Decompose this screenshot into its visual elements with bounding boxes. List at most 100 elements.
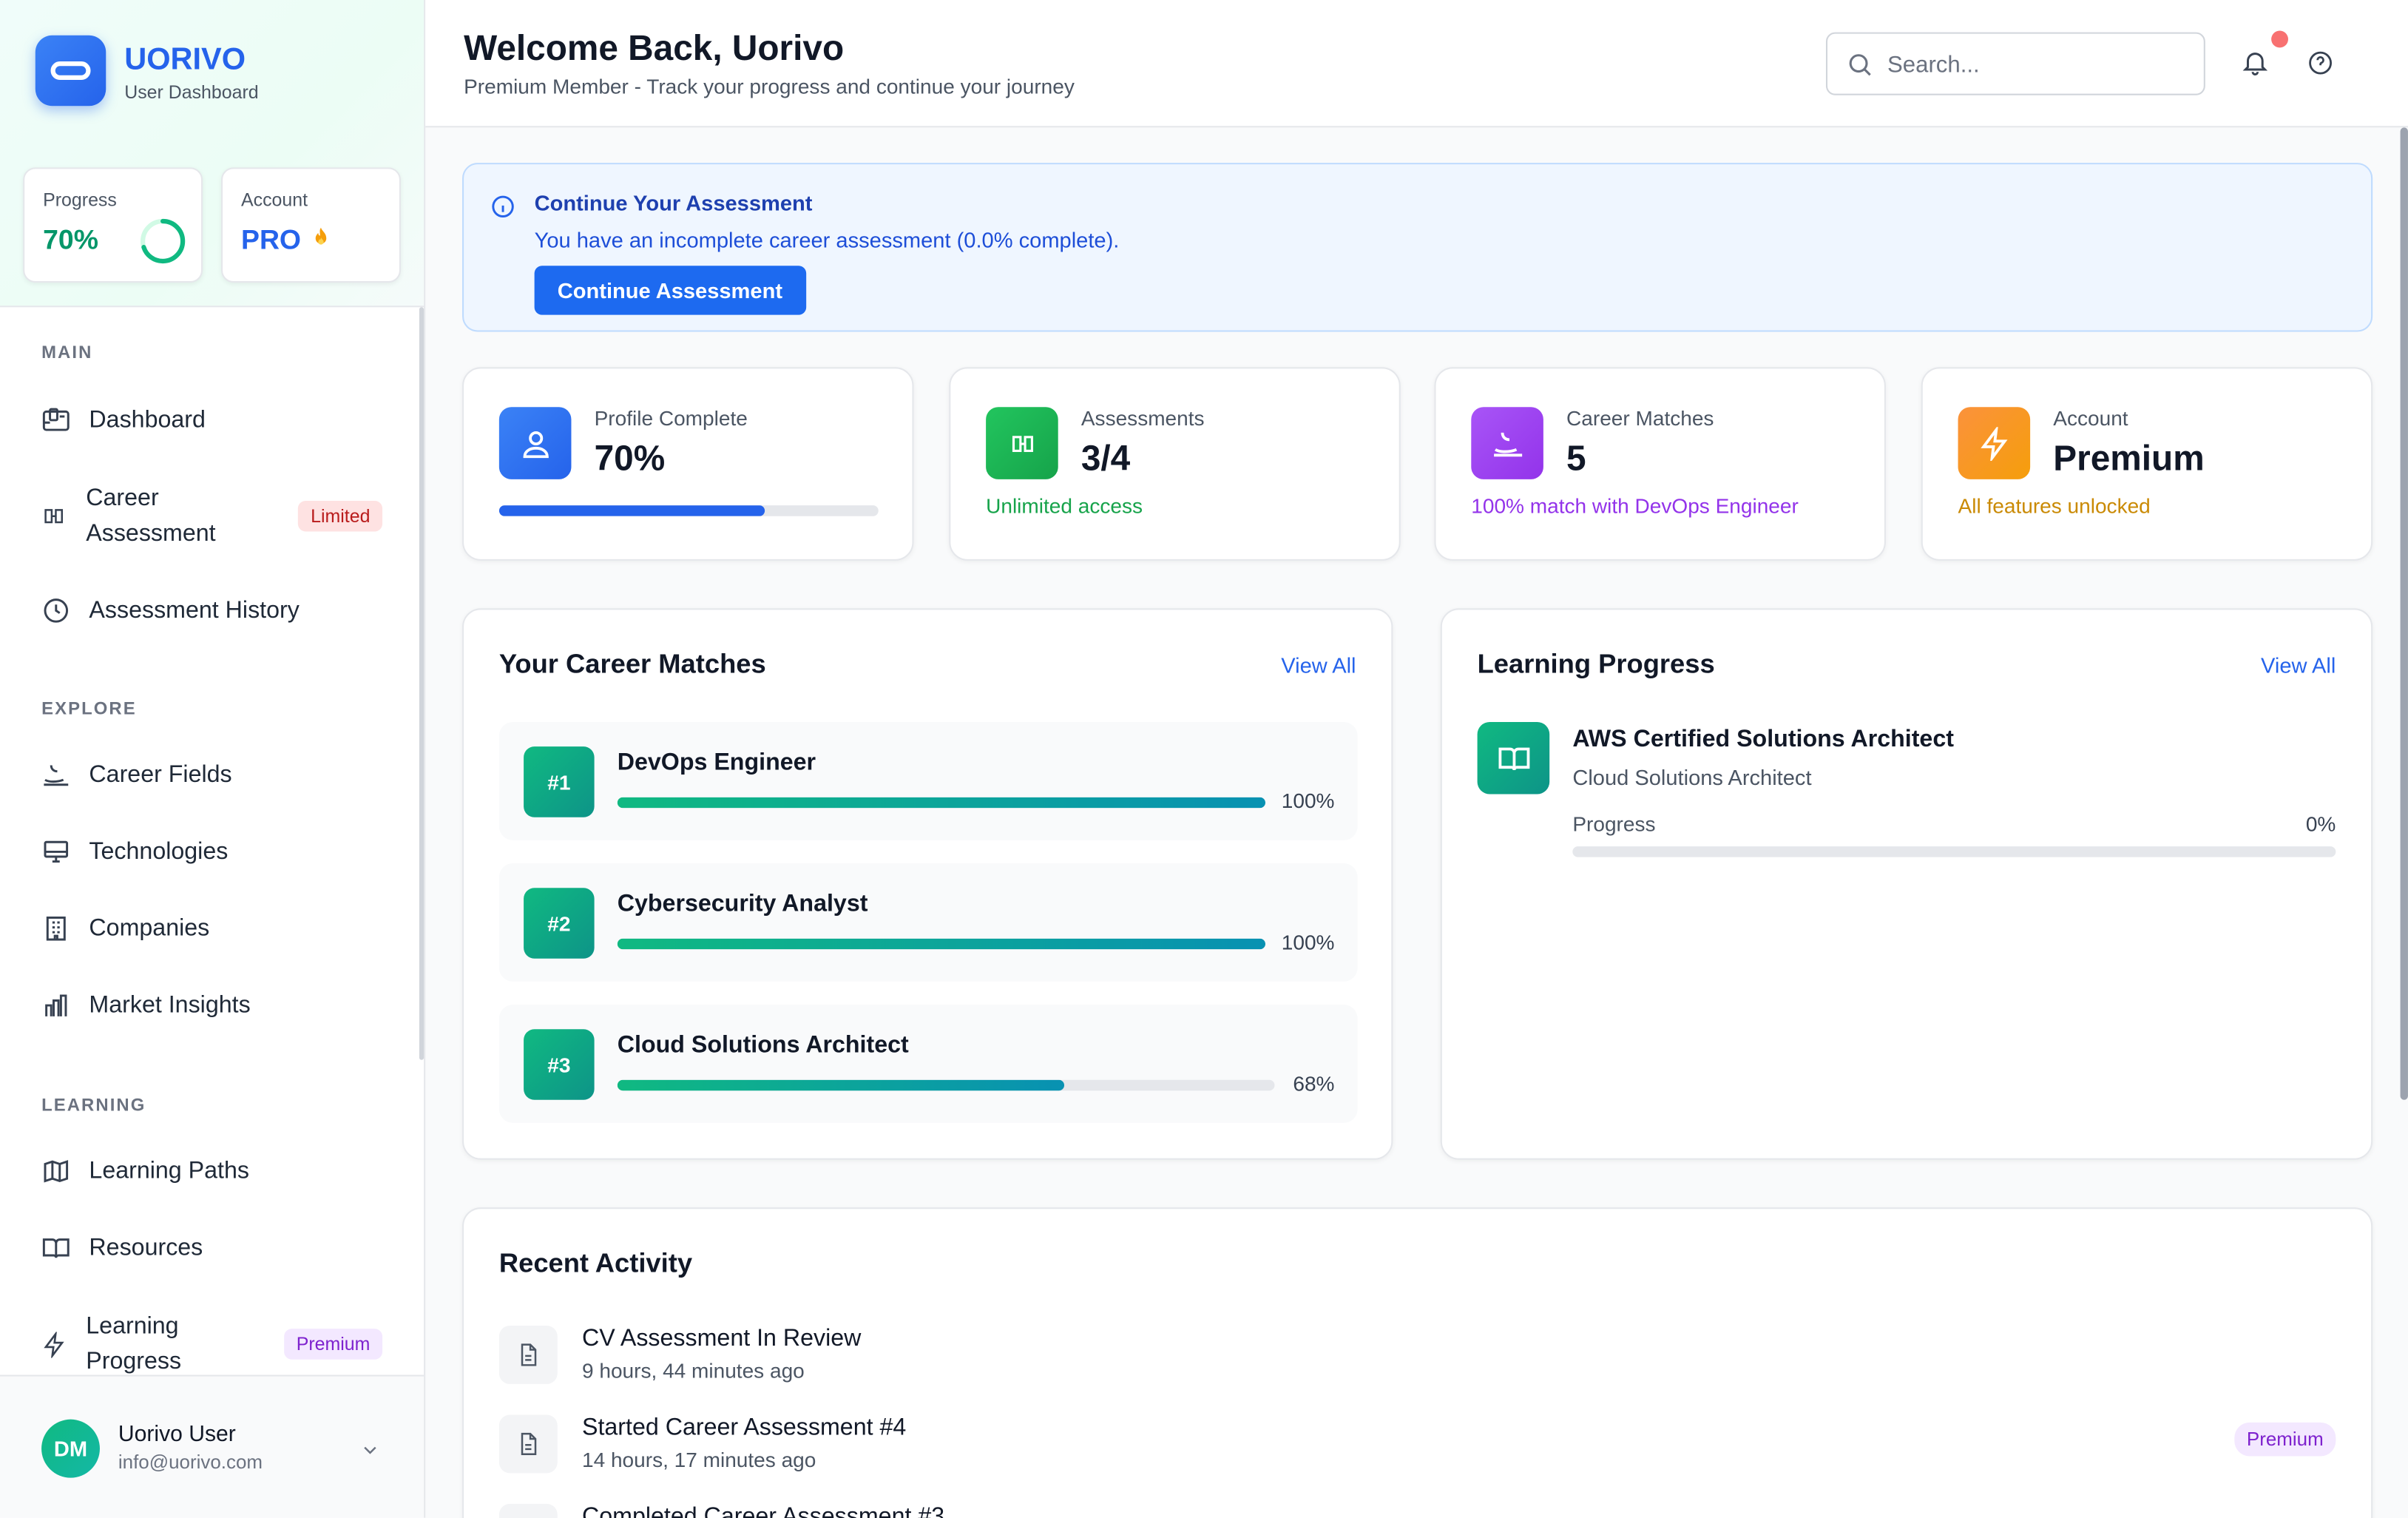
- book-icon: [42, 1238, 70, 1258]
- stat-label: Account: [2053, 407, 2128, 431]
- progress-summary-value: 70%: [43, 224, 98, 255]
- progress-summary-label: Progress: [43, 189, 117, 211]
- search-icon: [1849, 54, 1871, 76]
- user-name: Uorivo User: [118, 1422, 236, 1448]
- match-progress-bar: [617, 938, 1266, 950]
- view-all-learning-link[interactable]: View All: [2261, 653, 2336, 678]
- assessments-card: Assessments 3/4 Unlimited access: [949, 367, 1401, 561]
- sidebar-item-career-fields[interactable]: Career Fields: [41, 743, 382, 805]
- page-subtitle: Premium Member - Track your progress and…: [464, 75, 1075, 98]
- activity-title: Started Career Assessment #4: [581, 1414, 907, 1441]
- match-rank: #1: [524, 746, 595, 817]
- alert-title: Continue Your Assessment: [534, 190, 813, 215]
- stat-note: Unlimited access: [986, 494, 1143, 518]
- sidebar-scrollbar[interactable]: [419, 307, 425, 1060]
- brand-name: UORIVO: [124, 43, 246, 77]
- lightning-icon: [1958, 407, 2031, 479]
- document-icon: [498, 1326, 558, 1384]
- match-progress-bar: [617, 1079, 1275, 1091]
- match-title: DevOps Engineer: [617, 749, 816, 776]
- limited-badge: Limited: [298, 500, 383, 532]
- sidebar-nav: MAIN Dashboard Career Assessment Limited…: [0, 307, 424, 1374]
- stat-label: Assessments: [1080, 407, 1205, 431]
- premium-badge: Premium: [2234, 1422, 2336, 1457]
- page-scrollbar[interactable]: [2400, 127, 2408, 1100]
- match-rank: #2: [524, 888, 595, 959]
- course-title[interactable]: AWS Certified Solutions Architect: [1572, 726, 1954, 754]
- match-percent: 68%: [1293, 1072, 1335, 1096]
- sidebar-item-assessment-history[interactable]: Assessment History: [41, 579, 382, 641]
- user-icon: [498, 407, 572, 479]
- course-progress-label: Progress: [1572, 812, 1656, 836]
- panel-title: Learning Progress: [1477, 648, 1715, 679]
- course-subtitle: Cloud Solutions Architect: [1572, 765, 1812, 790]
- sidebar-item-learning-paths[interactable]: Learning Paths: [41, 1140, 382, 1201]
- user-profile[interactable]: DM Uorivo User info@uorivo.com: [0, 1374, 425, 1518]
- bell-icon[interactable]: [2241, 47, 2270, 76]
- career-match-item[interactable]: #2 Cybersecurity Analyst 100%: [498, 863, 1358, 982]
- match-rank: #3: [524, 1029, 595, 1100]
- sidebar-item-label: Learning Progress: [86, 1313, 182, 1375]
- sidebar-item-dashboard[interactable]: Dashboard: [41, 388, 382, 450]
- career-match-item[interactable]: #1 DevOps Engineer 100%: [498, 721, 1358, 840]
- stat-note: 100% match with DevOps Engineer: [1471, 494, 1799, 518]
- logo-icon[interactable]: [35, 35, 106, 107]
- view-all-matches-link[interactable]: View All: [1281, 653, 1356, 678]
- match-title: Cybersecurity Analyst: [617, 891, 868, 917]
- recent-activity-panel: Recent Activity CV Assessment In Review 9…: [462, 1207, 2373, 1518]
- avatar[interactable]: DM: [41, 1419, 100, 1478]
- nav-section-main: MAIN: [41, 344, 93, 363]
- assessment-icon: [986, 407, 1058, 479]
- learning-progress-panel: Learning Progress View All AWS Certified…: [1440, 608, 2373, 1160]
- sidebar-item-resources[interactable]: Resources: [41, 1217, 382, 1278]
- notification-dot: [2271, 30, 2288, 48]
- progress-summary-card: Progress 70%: [23, 167, 203, 283]
- account-summary-value: PRO: [241, 224, 302, 255]
- career-match-item[interactable]: #3 Cloud Solutions Architect 68%: [498, 1005, 1358, 1123]
- activity-title: CV Assessment In Review: [581, 1326, 862, 1352]
- sidebar-item-label: Technologies: [89, 837, 229, 865]
- stat-note: All features unlocked: [1958, 494, 2151, 518]
- sidebar-item-label: Assessment History: [89, 596, 300, 624]
- search-box[interactable]: [1825, 32, 2205, 95]
- activity-item[interactable]: Started Career Assessment #4 14 hours, 17…: [498, 1414, 2336, 1491]
- panel-title: Your Career Matches: [498, 648, 766, 679]
- dashboard-icon: [42, 407, 70, 431]
- search-input[interactable]: [1887, 49, 2195, 82]
- profile-complete-card: Profile Complete 70%: [462, 367, 914, 561]
- clock-icon: [44, 598, 69, 622]
- nav-section-explore: EXPLORE: [41, 700, 137, 719]
- sidebar-item-technologies[interactable]: Technologies: [41, 820, 382, 882]
- user-email: info@uorivo.com: [118, 1451, 263, 1474]
- sidebar-item-career-assessment[interactable]: Career Assessment Limited: [41, 481, 383, 552]
- activity-item[interactable]: CV Assessment In Review 9 hours, 44 minut…: [498, 1326, 2336, 1403]
- flame-icon: [315, 227, 327, 245]
- activity-time: 14 hours, 17 minutes ago: [581, 1448, 816, 1472]
- stat-value: 5: [1566, 437, 1586, 478]
- match-progress-bar: [617, 797, 1266, 809]
- career-matches-panel: Your Career Matches View All #1 DevOps En…: [462, 608, 1393, 1160]
- match-percent: 100%: [1281, 931, 1335, 954]
- sidebar-item-label: Dashboard: [89, 406, 206, 433]
- sidebar-item-companies[interactable]: Companies: [41, 897, 382, 959]
- course-progress-value: 0%: [2305, 812, 2336, 836]
- help-icon[interactable]: [2307, 49, 2334, 76]
- account-card: Account Premium All features unlocked: [1921, 367, 2373, 561]
- stat-value: 3/4: [1080, 437, 1131, 478]
- sidebar-item-label: Resources: [89, 1234, 203, 1261]
- sidebar-item-label: Companies: [89, 914, 210, 941]
- sidebar: UORIVO User Dashboard Progress 70% Accou…: [0, 0, 426, 1518]
- activity-item[interactable]: Completed Career Assessment #3: [498, 1503, 2336, 1518]
- chevron-down-icon[interactable]: [359, 1440, 381, 1461]
- sidebar-item-label: Learning Paths: [89, 1157, 249, 1184]
- continue-assessment-button[interactable]: Continue Assessment: [534, 266, 806, 315]
- sidebar-item-market-insights[interactable]: Market Insights: [41, 974, 382, 1036]
- panel-title: Recent Activity: [498, 1247, 693, 1278]
- sidebar-item-learning-progress[interactable]: Learning Progress Premium: [41, 1309, 383, 1375]
- career-fields-icon: [44, 764, 69, 786]
- course-progress-bar: [1572, 846, 2336, 857]
- match-percent: 100%: [1281, 789, 1335, 813]
- career-matches-card: Career Matches 5 100% match with DevOps …: [1434, 367, 1886, 561]
- alert-message: You have an incomplete career assessment…: [534, 227, 1120, 252]
- stat-label: Profile Complete: [594, 407, 748, 431]
